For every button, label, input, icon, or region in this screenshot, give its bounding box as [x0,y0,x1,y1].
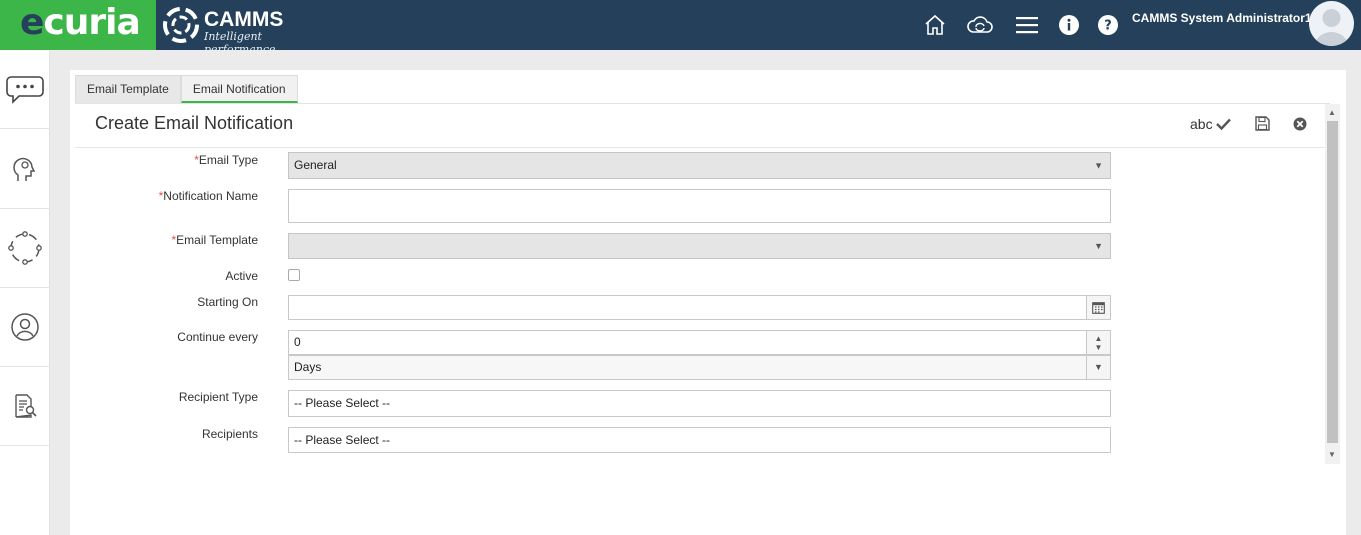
recipient-type-select[interactable]: -- Please Select -- [288,390,1111,417]
avatar[interactable] [1309,1,1354,46]
home-icon[interactable] [921,11,949,39]
recipients-select[interactable]: -- Please Select -- [288,427,1111,453]
email-type-select[interactable]: General ▼ [288,152,1111,179]
close-button[interactable] [1293,117,1307,134]
spinner-up-icon[interactable]: ▲ [1095,334,1103,343]
continue-every-label: Continue every [177,330,258,344]
continue-every-input[interactable]: 0 ▲ ▼ [288,330,1111,355]
sidebar-item-profile[interactable] [0,288,50,367]
chevron-down-icon: ▼ [1094,362,1103,372]
tab-email-notification[interactable]: Email Notification [180,75,298,103]
chevron-down-icon: ▼ [1094,241,1103,251]
starting-on-label: Starting On [197,295,258,309]
recipient-type-label: Recipient Type [178,390,258,404]
info-icon[interactable] [1055,11,1083,39]
save-icon [1255,116,1270,131]
sidebar-item-chat[interactable] [0,50,50,129]
unit-dropdown-button[interactable]: ▼ [1086,356,1110,379]
sidebar-item-settings[interactable] [0,130,50,209]
user-circle-icon [11,313,39,341]
notification-name-input[interactable] [288,189,1111,223]
continue-unit-value: Days [294,360,322,374]
number-spinner[interactable]: ▲ ▼ [1086,331,1110,354]
chevron-down-icon: ▼ [1094,160,1103,170]
tab-bar: Email Template Email Notification [75,75,298,104]
email-type-value: General [294,158,337,172]
calendar-button[interactable] [1086,296,1110,319]
active-checkbox[interactable] [288,269,300,281]
calendar-icon [1092,302,1105,314]
camms-logo: CAMMS Intelligent performance [160,4,330,56]
notification-name-label: *Notification Name [158,189,258,203]
help-icon[interactable]: ? [1094,11,1122,39]
camms-name: CAMMS [204,8,284,31]
menu-icon[interactable] [1013,11,1041,39]
active-label: Active [225,269,258,283]
close-circle-icon [1293,117,1307,131]
page-title: Create Email Notification [95,113,294,133]
spinner-down-icon[interactable]: ▼ [1095,343,1103,352]
top-bar: ecuria CAMMS Intelligent performance ? C… [0,0,1361,56]
ecuria-logo[interactable]: ecuria [0,0,156,50]
tab-divider [75,103,1330,104]
settings-brain-icon [13,157,36,181]
user-name[interactable]: CAMMS System Administrator1 [1132,11,1312,25]
camms-swirl-icon [163,7,199,43]
vertical-scrollbar[interactable]: ▲ ▼ [1325,104,1340,464]
ecuria-logo-text: ecuria [20,2,141,43]
cycle-icon [8,231,42,265]
left-sidebar [0,50,50,535]
scroll-up-icon[interactable]: ▲ [1328,108,1336,117]
report-search-icon [15,394,37,418]
chat-icon [6,76,44,104]
scrollbar-thumb[interactable] [1327,121,1338,443]
spell-check-button[interactable]: abc [1190,116,1231,132]
save-button[interactable] [1255,116,1270,134]
sidebar-item-cycle[interactable] [0,209,50,288]
starting-on-input[interactable] [288,295,1111,320]
spell-check-label: abc [1190,116,1213,132]
continue-every-value: 0 [294,335,301,349]
sidebar-item-reports[interactable] [0,367,50,446]
svg-text:?: ? [1104,19,1112,34]
camms-tagline: Intelligent performance [204,30,276,56]
email-template-select[interactable]: ▼ [288,233,1111,259]
check-icon [1215,118,1231,130]
email-template-label: *Email Template [171,233,259,247]
title-divider [75,147,1325,148]
cloud-sync-icon[interactable] [966,11,994,39]
recipients-label: Recipients [201,427,258,441]
email-type-label: *Email Type [194,153,258,167]
tab-email-template[interactable]: Email Template [75,75,181,103]
continue-unit-select[interactable]: Days ▼ [288,355,1111,380]
scroll-down-icon[interactable]: ▼ [1328,450,1336,459]
main-panel: Email Template Email Notification Create… [70,70,1346,535]
